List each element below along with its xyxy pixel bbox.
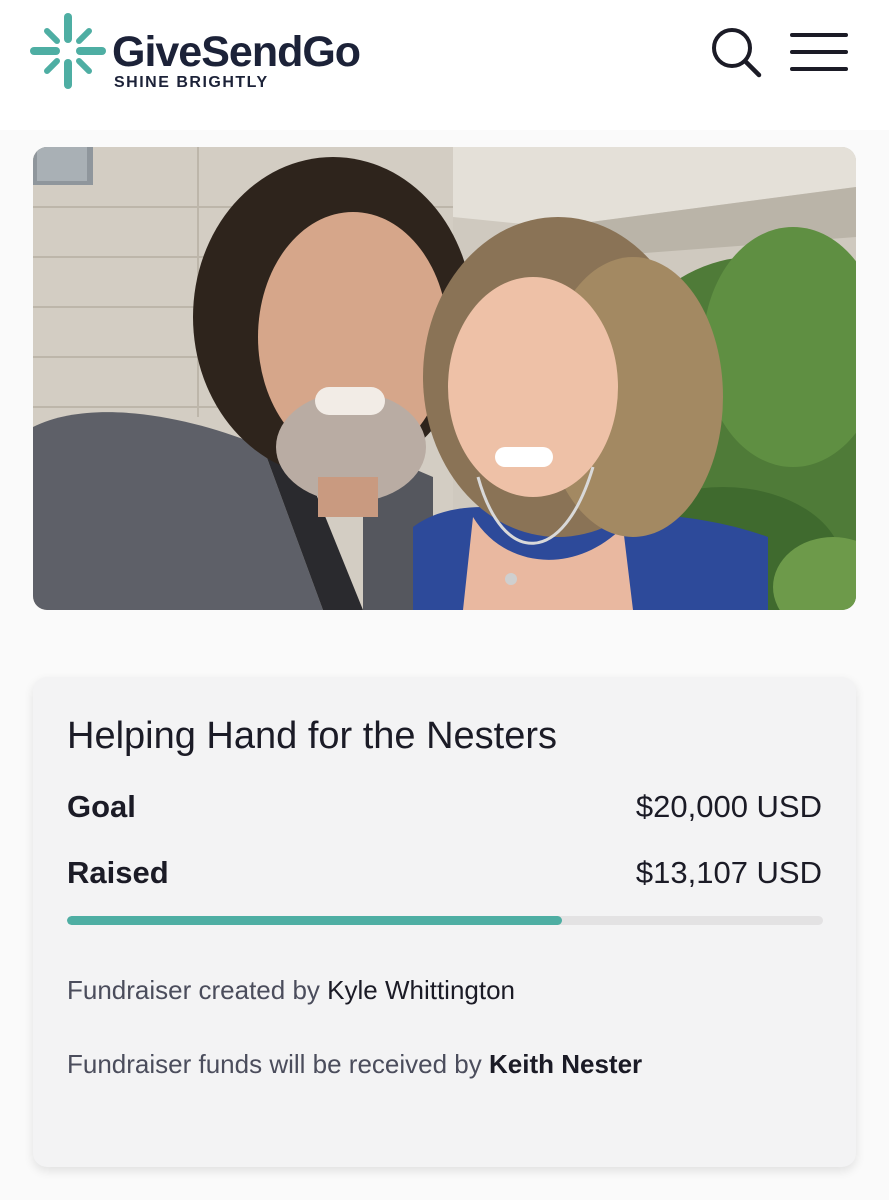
search-icon	[712, 28, 762, 78]
goal-label: Goal	[67, 789, 136, 824]
brand-name: GiveSendGo	[112, 28, 361, 76]
funding-progress-fill	[67, 916, 563, 925]
logo-burst-icon	[30, 13, 106, 89]
beneficiary-prefix: Fundraiser funds will be received by	[67, 1049, 482, 1079]
beneficiary-line: Fundraiser funds will be received by Kei…	[67, 1049, 642, 1080]
hamburger-menu-icon	[790, 33, 848, 71]
brand-tagline: SHINE BRIGHTLY	[114, 74, 269, 91]
logo[interactable]: GiveSendGo SHINE BRIGHTLY	[30, 12, 410, 96]
campaign-summary-card: Helping Hand for the Nesters Goal $20,00…	[33, 677, 856, 1167]
raised-value: $13,107 USD	[635, 855, 822, 890]
beneficiary-name-link[interactable]: Keith Nester	[489, 1049, 642, 1079]
site-header: GiveSendGo SHINE BRIGHTLY	[0, 0, 889, 130]
campaign-title: Helping Hand for the Nesters	[67, 715, 558, 757]
menu-button[interactable]	[788, 30, 850, 74]
search-button[interactable]	[706, 24, 764, 80]
creator-line: Fundraiser created by Kyle Whittington	[67, 975, 515, 1006]
goal-value: $20,000 USD	[635, 789, 822, 824]
funding-progress-bar	[67, 916, 823, 925]
campaign-photo	[33, 147, 856, 610]
creator-name-link[interactable]: Kyle Whittington	[327, 975, 515, 1005]
creator-prefix: Fundraiser created by	[67, 975, 320, 1005]
raised-label: Raised	[67, 855, 169, 890]
